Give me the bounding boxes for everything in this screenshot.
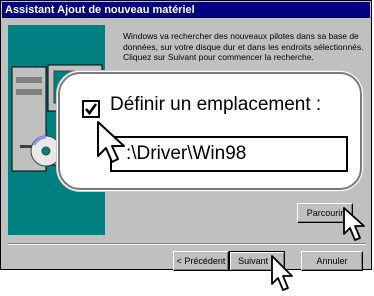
separator [8, 243, 366, 245]
description-text: Windows va rechercher des nouveaux pilot… [123, 31, 364, 62]
mouse-pointer-icon [343, 207, 365, 241]
location-checkbox-label: Définir un emplacement : [110, 94, 322, 115]
window-title: Assistant Ajout de nouveau matériel [5, 4, 195, 16]
location-path-field[interactable]: :\Driver\Win98 [110, 136, 348, 172]
location-checkbox[interactable] [82, 100, 100, 118]
title-bar: Assistant Ajout de nouveau matériel [2, 2, 370, 18]
mouse-pointer-icon [97, 121, 125, 163]
previous-button[interactable]: < Précédent [173, 251, 229, 271]
cancel-button[interactable]: Annuler [301, 251, 363, 271]
checkbox-checkmark-icon [85, 103, 98, 116]
mouse-pointer-icon [271, 255, 293, 291]
